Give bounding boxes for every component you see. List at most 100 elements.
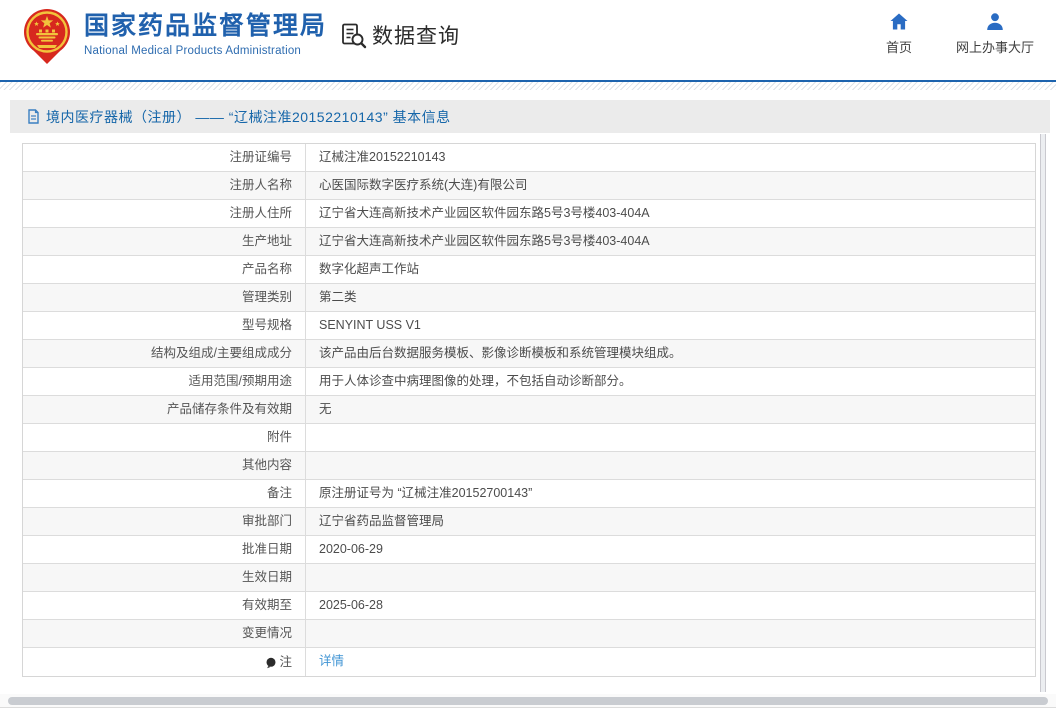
field-value: 原注册证号为 “辽械注准20152700143” [319,486,533,500]
table-row: 备注 原注册证号为 “辽械注准20152700143” [23,480,1035,508]
page-icon [28,109,39,124]
field-label: 产品名称 [23,256,306,283]
page: 国家药品监督管理局 National Medical Products Admi… [0,0,1056,711]
table-row: 注册人名称 心医国际数字医疗系统(大连)有限公司 [23,172,1035,200]
horizontal-scrollbar-track[interactable] [0,694,1056,708]
hatch-strip [0,82,1056,90]
field-label: 注册人住所 [23,200,306,227]
field-value: 辽宁省药品监督管理局 [319,514,445,528]
field-label-text: 结构及组成/主要组成成分 [151,346,292,360]
table-row: 注 详情 [23,648,1035,676]
field-label-text: 有效期至 [241,598,292,612]
bottom-divider [0,707,1056,708]
table-row: 注册证编号 辽械注准20152210143 [23,144,1035,172]
field-label: 批准日期 [23,536,306,563]
table-row: 有效期至 2025-06-28 [23,592,1035,620]
field-label: 生产地址 [23,228,306,255]
table-row: 其他内容 [23,452,1035,480]
nav-service-hall[interactable]: 网上办事大厅 [956,12,1034,56]
table-row: 结构及组成/主要组成成分 该产品由后台数据服务模板、影像诊断模板和系统管理模块组成… [23,340,1035,368]
vertical-scrollbar[interactable] [1040,134,1046,692]
field-value: 2020-06-29 [319,542,383,556]
field-label: 有效期至 [23,592,306,619]
table-row: 产品名称 数字化超声工作站 [23,256,1035,284]
data-query-section[interactable]: 数据查询 [340,20,460,50]
field-value [306,424,1035,451]
nav-home[interactable]: 首页 [886,12,912,56]
field-label-text: 产品储存条件及有效期 [166,402,292,416]
field-label-text: 附件 [266,430,292,444]
table-row: 型号规格 SENYINT USS V1 [23,312,1035,340]
table-row: 管理类别 第二类 [23,284,1035,312]
table-row: 审批部门 辽宁省药品监督管理局 [23,508,1035,536]
table-row: 生产地址 辽宁省大连高新技术产业园区软件园东路5号3号楼403-404A [23,228,1035,256]
field-label-text: 管理类别 [241,290,292,304]
field-label-text: 审批部门 [241,514,292,528]
horizontal-scrollbar-thumb[interactable] [8,697,1048,705]
field-label-text: 生产地址 [241,234,292,248]
site-title: 国家药品监督管理局 [84,12,328,40]
field-label: 注册证编号 [23,144,306,171]
field-label-text: 其他内容 [241,458,292,472]
table-row: 附件 [23,424,1035,452]
field-label: 管理类别 [23,284,306,311]
field-value: 无 [319,402,332,416]
field-value: 2025-06-28 [319,598,383,612]
field-label: 注 [23,648,306,676]
top-nav: 首页 网上办事大厅 [886,12,1034,56]
field-label-text: 注 [279,654,292,669]
field-label: 其他内容 [23,452,306,479]
field-value: 辽宁省大连高新技术产业园区软件园东路5号3号楼403-404A [319,234,650,248]
table-row: 注册人住所 辽宁省大连高新技术产业园区软件园东路5号3号楼403-404A [23,200,1035,228]
field-value: 第二类 [319,290,357,304]
field-value: 辽械注准20152210143 [319,150,446,164]
field-label-text: 注册人住所 [229,206,292,220]
table-row: 适用范围/预期用途 用于人体诊查中病理图像的处理，不包括自动诊断部分。 [23,368,1035,396]
field-label-text: 变更情况 [241,626,292,640]
field-label: 结构及组成/主要组成成分 [23,340,306,367]
field-label-text: 批准日期 [241,542,292,556]
table-row: 生效日期 [23,564,1035,592]
field-label: 变更情况 [23,620,306,647]
field-value [306,620,1035,647]
field-value: 该产品由后台数据服务模板、影像诊断模板和系统管理模块组成。 [319,346,682,360]
field-label-text: 注册人名称 [229,178,292,192]
home-icon [890,13,908,30]
page-title: 境内医疗器械（注册） —— “辽械注准20152210143” 基本信息 [46,108,451,125]
field-label-text: 产品名称 [241,262,292,276]
field-value [306,564,1035,591]
field-label-text: 型号规格 [241,318,292,332]
field-value: SENYINT USS V1 [319,318,421,332]
field-label-text: 备注 [266,486,292,500]
site-header: 国家药品监督管理局 National Medical Products Admi… [0,0,1056,80]
breadcrumb: 境内医疗器械（注册） —— “辽械注准20152210143” 基本信息 [10,100,1050,133]
field-label: 附件 [23,424,306,451]
note-icon [266,657,276,669]
field-label-text: 注册证编号 [229,150,292,164]
field-label: 生效日期 [23,564,306,591]
field-label-text: 生效日期 [241,570,292,584]
table-row: 产品储存条件及有效期 无 [23,396,1035,424]
site-subtitle: National Medical Products Administration [84,44,302,57]
table-row: 变更情况 [23,620,1035,648]
field-label: 型号规格 [23,312,306,339]
document-search-icon [342,23,367,48]
field-value: 详情 [306,648,1035,676]
nav-home-label: 首页 [885,40,912,55]
field-label: 审批部门 [23,508,306,535]
nav-service-hall-label: 网上办事大厅 [955,40,1034,55]
data-query-label: 数据查询 [372,25,460,48]
field-value: 辽宁省大连高新技术产业园区软件园东路5号3号楼403-404A [319,206,650,220]
field-label: 适用范围/预期用途 [23,368,306,395]
field-label-text: 适用范围/预期用途 [188,374,292,388]
table-row: 批准日期 2020-06-29 [23,536,1035,564]
brand-logo-block[interactable]: 国家药品监督管理局 National Medical Products Admi… [20,7,327,65]
detail-table: 注册证编号 辽械注准20152210143 注册人名称 心医国际数字医疗系统(大连)有… [22,143,1036,677]
field-value: 数字化超声工作站 [319,262,420,276]
field-value: 用于人体诊查中病理图像的处理，不包括自动诊断部分。 [319,374,632,388]
national-emblem-logo [24,9,70,64]
details-link[interactable]: 详情 [319,654,344,668]
field-label: 产品储存条件及有效期 [23,396,306,423]
user-icon [987,13,1003,30]
brand-text: 国家药品监督管理局 National Medical Products Admi… [84,7,327,57]
